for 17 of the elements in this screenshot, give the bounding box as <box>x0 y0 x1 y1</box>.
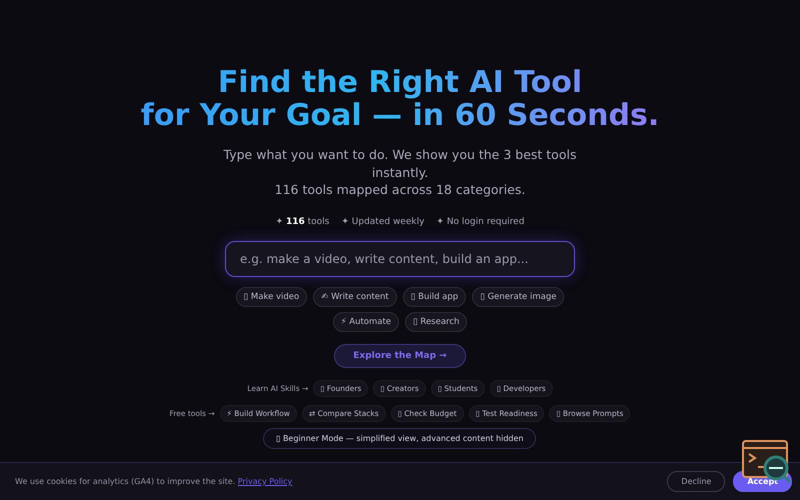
goal-chip[interactable]: ✍ Write content <box>313 286 397 306</box>
beginner-mode-banner: ▯ Beginner Mode — simplified view, advanced content hidden <box>263 428 536 449</box>
privacy-policy-link[interactable]: Privacy Policy <box>238 477 292 486</box>
goal-chip[interactable]: ⚡ Automate <box>332 312 400 332</box>
goal-chip[interactable]: ▯ Build app <box>402 286 466 306</box>
goal-chip[interactable]: ▯ Generate image <box>472 286 564 306</box>
decline-button[interactable]: Decline <box>667 471 726 492</box>
goal-chip[interactable]: ▯ Research <box>405 312 468 332</box>
stat-text: ✦ Updated weekly <box>341 216 424 226</box>
explore-map-button[interactable]: Explore the Map → <box>334 344 466 368</box>
search-field[interactable]: e.g. make a video, write content, build an app... <box>225 240 575 276</box>
goal-chip[interactable]: ▯ Make video <box>236 286 308 306</box>
cookie-message: We use cookies for analytics (GA4) to improve the site. Privacy Policy <box>15 477 294 486</box>
stat-text: ✦ No login required <box>436 216 524 226</box>
stat-text: ✦ 116 tools <box>276 216 330 226</box>
browser-search-icon[interactable] <box>742 440 792 484</box>
hero-subtitle: Type what you want to do. We show you the 3 best tools instantly. 116 tools mapped across 18 categories. <box>222 146 578 198</box>
